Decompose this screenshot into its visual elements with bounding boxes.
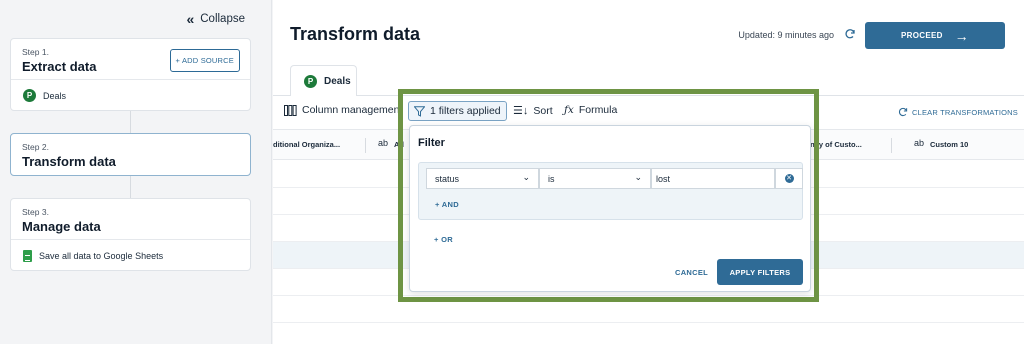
add-source-button[interactable]: + ADD SOURCE — [169, 49, 240, 72]
step-card-manage[interactable]: Step 3. Manage data Save all data to Goo… — [10, 198, 251, 271]
source-label: Deals — [43, 90, 67, 101]
step-title: Transform data — [22, 154, 116, 169]
refresh-icon — [898, 107, 908, 117]
proceed-button[interactable]: PROCEED → — [865, 22, 1005, 49]
step-number: Step 2. — [22, 142, 49, 152]
column-management-button[interactable]: Column management — [284, 104, 402, 116]
sidebar: « Collapse Step 1. Extract data + ADD SO… — [0, 0, 272, 344]
tab-deals[interactable]: P Deals — [290, 65, 357, 96]
source-item-deals[interactable]: P Deals — [11, 79, 250, 111]
cancel-button[interactable]: CANCEL — [675, 268, 708, 277]
destination-label: Save all data to Google Sheets — [39, 250, 164, 261]
proceed-label: PROCEED — [901, 31, 943, 40]
page-title: Transform data — [290, 24, 421, 44]
text-type-icon: ab — [914, 138, 925, 148]
tab-label: Deals — [324, 75, 351, 87]
column-divider — [891, 138, 892, 153]
clear-transformations-button[interactable]: CLEAR TRANSFORMATIONS — [898, 107, 1018, 117]
step-number: Step 3. — [22, 207, 49, 217]
step-connector — [130, 111, 131, 133]
apply-filters-button[interactable]: APPLY FILTERS — [717, 259, 803, 285]
operator-value: is — [548, 173, 555, 184]
google-sheets-icon — [23, 249, 32, 262]
step-card-extract: Step 1. Extract data + ADD SOURCE P Deal… — [10, 38, 251, 111]
step-connector — [130, 176, 131, 198]
collapse-label: Collapse — [200, 13, 245, 25]
step-title: Manage data — [22, 219, 101, 234]
filter-condition-group: status ⌄ is ⌄ lost ✕ + AND — [418, 162, 803, 220]
arrow-right-icon: → — [954, 27, 969, 44]
clear-transformations-label: CLEAR TRANSFORMATIONS — [911, 107, 1018, 117]
text-type-icon: ab — [378, 138, 389, 148]
pipedrive-logo-icon: P — [23, 89, 36, 102]
chevron-down-icon: ⌄ — [634, 172, 642, 182]
operator-select[interactable]: is ⌄ — [539, 168, 651, 189]
columns-icon — [284, 104, 297, 116]
double-chevron-left-icon: « — [186, 11, 195, 27]
field-value: status — [435, 173, 460, 184]
destination-item[interactable]: Save all data to Google Sheets — [11, 239, 250, 271]
filter-popup: Filter status ⌄ is ⌄ lost ✕ + AND + OR C… — [409, 125, 811, 292]
field-select[interactable]: status ⌄ — [426, 168, 539, 189]
column-divider — [365, 138, 366, 153]
filter-title: Filter — [418, 137, 445, 149]
step-card-transform[interactable]: Step 2. Transform data — [10, 133, 251, 176]
updated-timestamp: Updated: 9 minutes ago — [738, 30, 834, 40]
pipedrive-logo-icon: P — [304, 74, 317, 88]
refresh-icon[interactable] — [844, 28, 856, 40]
column-management-label: Column management — [302, 104, 403, 116]
value-input[interactable]: lost — [651, 168, 775, 189]
add-or-group-button[interactable]: + OR — [434, 235, 453, 244]
column-header[interactable]: Custom 10 — [930, 140, 968, 149]
close-circle-icon: ✕ — [784, 174, 794, 183]
chevron-down-icon: ⌄ — [522, 172, 530, 182]
column-header[interactable]: ditional Organiza... — [273, 140, 340, 149]
filter-value: lost — [656, 173, 671, 184]
remove-condition-button[interactable]: ✕ — [775, 168, 803, 189]
add-and-condition-button[interactable]: + AND — [435, 200, 459, 209]
collapse-button[interactable]: « Collapse — [186, 12, 245, 26]
